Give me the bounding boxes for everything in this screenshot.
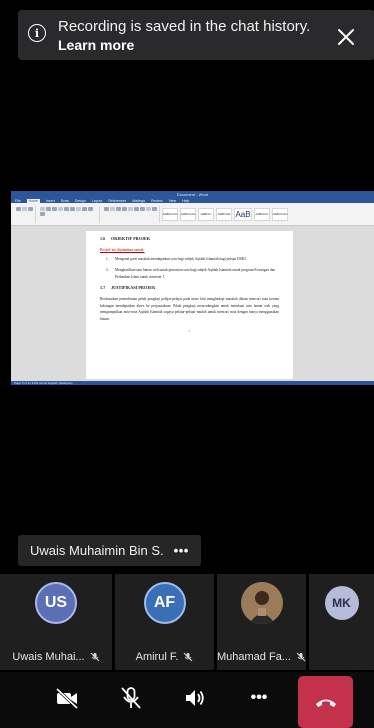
call-controls: ••• [0,672,374,728]
banner-text: Recording is saved in the chat history. [58,18,311,35]
word-tab: Home [26,198,40,203]
doc-subheading: Projek ini dijalankan untuk: [100,247,145,252]
presenter-name-tag[interactable]: Uwais Muhaimin Bin S. ••• [18,535,201,566]
learn-more-link[interactable]: Learn more [58,36,335,55]
doc-heading: 1.6 OBJEKTIF PROJEK [100,236,151,241]
mic-muted-icon [296,652,306,662]
avatar-photo [240,582,283,624]
word-tab: Review [151,198,163,203]
participant-tile[interactable]: US Uwais Muhai... [0,574,112,670]
style-title: AaB [234,207,252,221]
close-icon [338,29,354,45]
style-heading2: AaBbCcE [216,207,232,221]
participant-label: Amirul F. [115,651,214,663]
presenter-name: Uwais Muhaimin Bin S. [30,543,164,558]
avatar: US [35,582,77,624]
presenter-more-button[interactable]: ••• [174,543,189,558]
mic-off-icon [121,687,141,709]
participant-name: Amirul F. [135,651,179,663]
word-tab: View [168,198,177,203]
word-tab: File [15,198,21,203]
info-icon: i [28,24,46,42]
list-item: 1. Mengenal pasti masalah mendapatkan sot… [106,257,247,261]
shared-screen[interactable]: Document - Word File Home Insert Draw De… [11,191,374,385]
camera-toggle-button[interactable] [45,676,89,720]
speaker-icon [186,690,204,706]
camera-off-icon [55,687,79,710]
word-tab: Insert [45,198,55,203]
participant-tile[interactable]: MK [309,574,374,670]
avatar: MK [324,586,359,620]
more-options-button[interactable]: ••• [237,676,281,720]
participant-tile[interactable]: AF Amirul F. [115,574,214,670]
document-page: 1.6 OBJEKTIF PROJEK Projek ini dijalankan… [86,231,293,379]
font-group [38,205,100,223]
mic-muted-icon [184,652,193,662]
page-number: 5 [188,329,191,334]
avatar: AF [143,582,186,624]
paragraph-group [102,205,160,223]
person-photo-icon [240,582,283,624]
mic-muted-icon [90,652,99,662]
clipboard-group [14,205,36,223]
participant-tile[interactable]: Muhamad Fa... [217,574,306,670]
style-emphasis: AaBbCcDc [272,207,288,221]
word-tab: Layout [91,198,103,203]
hang-up-button[interactable] [298,676,353,728]
close-banner-button[interactable] [335,26,361,52]
style-heading1: AaBbCc [198,207,214,221]
word-title-bar: Document - Word [11,191,374,198]
mic-toggle-button[interactable] [109,676,153,720]
word-tab: Design [74,198,86,203]
participant-name: Muhamad Fa... [217,651,291,663]
doc-heading: 1.7 JUSTIFIKASI PROJEK [100,284,156,290]
word-ribbon: AaBbCcDc AaBbCcDc AaBbCc AaBbCcE AaB AaB… [11,203,374,226]
doc-paragraph: Berdasarkan pemerhatian pihak pengkaji p… [100,296,279,322]
participants-strip: US Uwais Muhai... AF Amirul F. Muhamad F… [0,574,374,670]
word-status-bar: Page 5 of 11 2345 words English (Malaysi… [11,381,374,385]
word-tab: Help [182,198,190,203]
style-no-spacing: AaBbCcDc [180,207,196,221]
word-tab: Draw [60,198,69,203]
list-item: 2. Menghasilkan satu laman web untuk penc… [106,268,276,279]
recording-banner: i Recording is saved in the chat history… [18,10,374,60]
word-tab: Mailings [132,198,146,203]
speaker-button[interactable] [173,676,217,720]
word-tab: References [108,198,127,203]
participant-label: Uwais Muhai... [0,651,112,663]
hang-up-icon [315,699,336,707]
style-subtitle: AaBbCcC [254,207,270,221]
participant-name: Uwais Muhai... [12,651,85,663]
banner-message: Recording is saved in the chat history. … [58,18,335,55]
participant-label: Muhamad Fa... [217,651,306,663]
style-normal: AaBbCcDc [162,207,178,221]
